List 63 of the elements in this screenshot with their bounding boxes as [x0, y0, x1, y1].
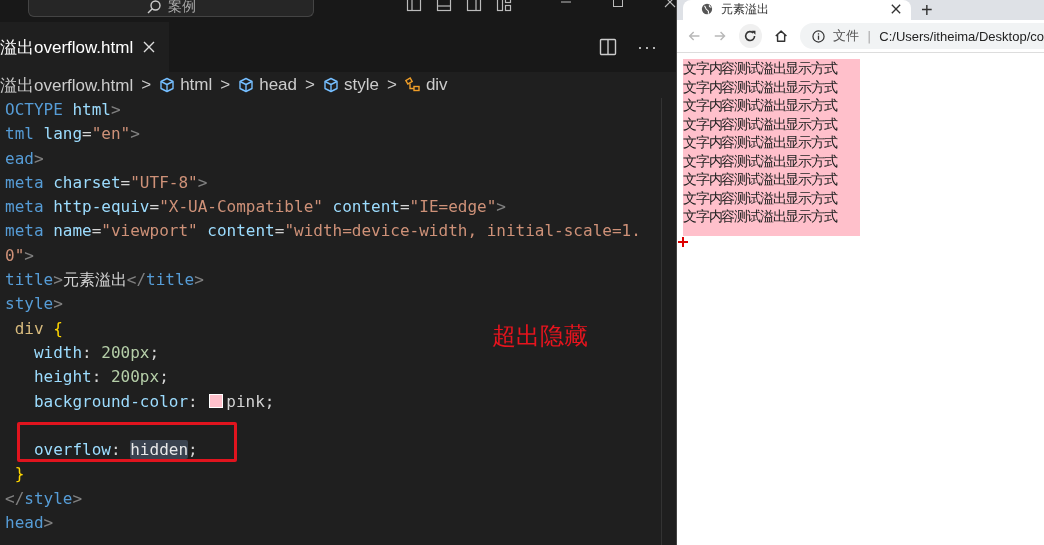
- breadcrumb-item[interactable]: html: [159, 75, 213, 95]
- cube-icon: [159, 77, 176, 93]
- text-line: 文字内容测试溢出显示方式: [683, 96, 839, 115]
- breadcrumb-item[interactable]: 溢出overflow.html: [0, 73, 134, 97]
- reload-icon[interactable]: [739, 24, 762, 48]
- code-line: overflow: hidden;: [32, 439, 198, 462]
- color-swatch[interactable]: [209, 393, 224, 408]
- code-line: meta charset="UTF-8">: [5, 171, 208, 194]
- browser-tab[interactable]: 元素溢出: [683, 0, 911, 20]
- code-line: meta http-equiv="X-UA-Compatible" content="IE=edge">: [5, 196, 506, 219]
- home-icon[interactable]: [773, 28, 788, 44]
- breadcrumb-item[interactable]: div: [404, 75, 448, 95]
- address-bar[interactable]: 文件 | C:/Users/itheima/Desktop/co: [799, 23, 1044, 49]
- breadcrumb-separator: >: [386, 75, 397, 95]
- tab-label: 元素溢出: [721, 0, 770, 18]
- code-line: OCTYPE html>: [5, 99, 121, 121]
- breadcrumb-item[interactable]: head: [238, 75, 298, 95]
- address-separator: |: [866, 28, 872, 44]
- code-line: background-color: pink;: [32, 390, 275, 413]
- cursor-icon: [678, 237, 688, 247]
- annotation-text: 超出隐藏: [492, 321, 588, 352]
- text-line: 文字内容测试溢出显示方式: [683, 207, 839, 226]
- code-line: ead>: [5, 147, 44, 170]
- code-line: head>: [5, 512, 54, 535]
- url-text: C:/Users/itheima/Desktop/co: [879, 28, 1044, 44]
- code-line: style>: [5, 293, 63, 316]
- code-line: meta name="viewport" content="width=device-width, initial-scale=1.: [5, 220, 641, 243]
- text-line: 文字内容测试溢出显示方式: [683, 151, 839, 170]
- text-line: 文字内容测试溢出显示方式: [683, 114, 839, 133]
- editor-tab[interactable]: 溢出overflow.html: [0, 22, 170, 72]
- text-line: 文字内容测试溢出显示方式: [683, 170, 839, 189]
- code-line: width: 200px;: [32, 341, 160, 364]
- code-line: 0">: [5, 244, 34, 267]
- node-tree-icon: [404, 77, 421, 93]
- code-line: div {: [13, 317, 63, 340]
- code-line: tml lang="en">: [5, 123, 140, 146]
- cube-icon: [322, 77, 339, 93]
- text-line: 文字内容测试溢出显示方式: [683, 77, 839, 96]
- search-icon: [146, 0, 162, 15]
- code-line: </style>: [5, 487, 83, 510]
- close-icon[interactable]: [891, 4, 901, 14]
- code-line: title>元素溢出</title>: [5, 269, 204, 292]
- globe-icon: [701, 3, 713, 15]
- scheme-label: 文件: [832, 27, 859, 45]
- layout-sidebar-icon[interactable]: [466, 0, 482, 12]
- tab-label: 溢出overflow.html: [0, 36, 134, 59]
- cube-icon: [238, 77, 255, 93]
- code-line: height: 200px;: [32, 366, 169, 389]
- more-actions-button[interactable]: ···: [637, 36, 658, 58]
- new-tab-button[interactable]: +: [911, 0, 943, 20]
- split-editor-icon[interactable]: [599, 38, 617, 56]
- layout-grid-icon[interactable]: [496, 0, 512, 12]
- text-line: 文字内容测试溢出显示方式: [683, 133, 839, 152]
- breadcrumb-separator: >: [220, 75, 231, 95]
- breadcrumb-separator: >: [305, 75, 315, 95]
- code-line: }: [13, 463, 25, 486]
- info-icon: [811, 29, 825, 43]
- text-line: 文字内容测试溢出显示方式: [683, 59, 839, 78]
- layout-sidebar-icon[interactable]: [406, 0, 422, 12]
- layout-panel-icon[interactable]: [436, 0, 452, 12]
- breadcrumb-item[interactable]: style: [322, 75, 379, 95]
- breadcrumb-separator: >: [141, 75, 152, 95]
- text-line: 文字内容测试溢出显示方式: [683, 188, 839, 207]
